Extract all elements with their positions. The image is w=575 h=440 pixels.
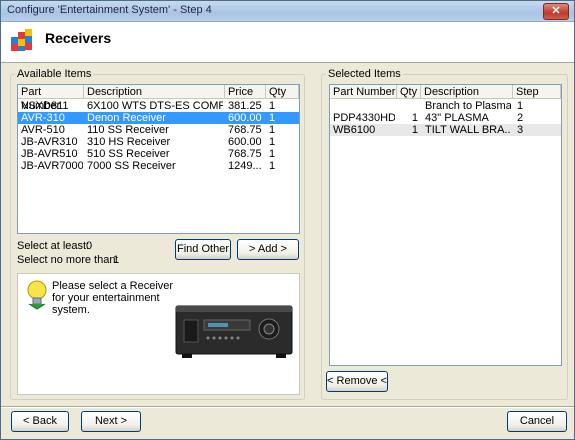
available-item-qty: 1 bbox=[269, 112, 276, 124]
available-item-desc: 7000 SS Receiver bbox=[87, 160, 176, 172]
selected-item-part: PDP4330HD bbox=[333, 112, 395, 124]
available-item-row[interactable]: JB-AVR7000 7000 SS Receiver 1249... 1 bbox=[18, 160, 299, 172]
selected-item-qty: 1 bbox=[411, 112, 418, 124]
available-items-legend: Available Items bbox=[17, 68, 92, 80]
available-item-qty: 1 bbox=[269, 160, 276, 172]
available-items-list[interactable]: Part Number Description Price Qty VSXD81… bbox=[17, 84, 300, 234]
back-button[interactable]: < Back bbox=[11, 411, 69, 432]
available-item-price: 600.00 bbox=[228, 112, 262, 124]
selected-item-part: WB6100 bbox=[333, 124, 376, 136]
available-item-row[interactable]: VSXD811 6X100 WTS DTS-ES COMP 7... 381.25 1 bbox=[18, 100, 299, 112]
step-header: Receivers bbox=[1, 22, 574, 63]
selected-item-step: 3 bbox=[517, 124, 524, 136]
col-price[interactable]: Price bbox=[225, 85, 266, 99]
available-item-price: 768.75 bbox=[228, 124, 262, 136]
selected-item-step: 1 bbox=[517, 100, 524, 112]
selected-item-step: 2 bbox=[517, 112, 524, 124]
available-item-qty: 1 bbox=[269, 124, 276, 136]
available-item-row[interactable]: JB-AVR510 510 SS Receiver 768.75 1 bbox=[18, 148, 299, 160]
receiver-product-image bbox=[175, 305, 293, 358]
title-bar[interactable]: Configure 'Entertainment System' - Step … bbox=[1, 1, 574, 22]
info-message-line3: system. bbox=[52, 304, 90, 316]
available-item-qty: 1 bbox=[269, 136, 276, 148]
selected-item-row[interactable]: PDP4330HD 1 43" PLASMA 2 bbox=[330, 112, 561, 124]
select-at-least-value: 0 bbox=[86, 240, 93, 252]
remove-button[interactable]: < Remove < bbox=[326, 371, 388, 392]
available-item-part: JB-AVR510 bbox=[21, 148, 78, 160]
available-item-desc: 6X100 WTS DTS-ES COMP 7... bbox=[87, 100, 223, 112]
available-item-price: 1249... bbox=[228, 160, 262, 172]
select-at-least-label: Select at least: bbox=[17, 240, 90, 252]
available-item-part: JB-AVR310 bbox=[21, 136, 78, 148]
sel-col-part-number[interactable]: Part Number bbox=[330, 85, 397, 99]
window-title: Configure 'Entertainment System' - Step … bbox=[7, 4, 212, 16]
sel-col-step[interactable]: Step bbox=[513, 85, 561, 99]
available-item-price: 600.00 bbox=[228, 136, 262, 148]
cancel-button[interactable]: Cancel bbox=[507, 411, 567, 432]
select-no-more-label: Select no more than: bbox=[17, 254, 119, 266]
available-item-desc: 510 SS Receiver bbox=[87, 148, 170, 160]
info-message-line1: Please select a Receiver bbox=[52, 280, 174, 292]
dialog-body: Available Items Part Number Description … bbox=[1, 63, 574, 439]
available-item-desc: Denon Receiver bbox=[87, 112, 166, 124]
page-title: Receivers bbox=[45, 30, 112, 46]
info-panel: Please select a Receiver for your entert… bbox=[17, 273, 300, 395]
selected-items-legend: Selected Items bbox=[328, 68, 401, 80]
select-no-more-value: 1 bbox=[113, 254, 120, 266]
blocks-logo-icon bbox=[11, 29, 32, 51]
selected-item-desc: Branch to Plasma bbox=[425, 100, 511, 112]
close-button[interactable]: ✕ bbox=[543, 3, 569, 20]
available-item-part: VSXD811 bbox=[21, 100, 69, 112]
selected-items-list[interactable]: Part Number Qty Description Step Branch … bbox=[329, 84, 562, 366]
available-item-desc: 110 SS Receiver bbox=[87, 124, 169, 136]
col-part-number[interactable]: Part Number bbox=[18, 85, 84, 112]
available-item-row[interactable]: AVR-510 110 SS Receiver 768.75 1 bbox=[18, 124, 299, 136]
add-button[interactable]: > Add > bbox=[237, 239, 299, 260]
lightbulb-info-icon bbox=[27, 280, 47, 310]
selected-item-qty: 1 bbox=[411, 124, 418, 136]
find-other-button[interactable]: Find Other bbox=[175, 239, 231, 260]
info-message-line2: for your entertainment bbox=[52, 292, 160, 304]
sel-col-qty[interactable]: Qty bbox=[397, 85, 421, 99]
col-description[interactable]: Description bbox=[84, 85, 225, 99]
selected-item-desc: 43" PLASMA bbox=[425, 112, 489, 124]
available-item-price: 381.25 bbox=[228, 100, 262, 112]
available-item-part: JB-AVR7000 bbox=[21, 160, 83, 172]
available-item-qty: 1 bbox=[269, 100, 276, 112]
selected-item-desc: TILT WALL BRA... bbox=[425, 124, 511, 136]
footer-divider bbox=[1, 406, 574, 408]
available-item-part: AVR-310 bbox=[21, 112, 65, 124]
available-item-part: AVR-510 bbox=[21, 124, 65, 136]
available-item-row[interactable]: JB-AVR310 310 HS Receiver 600.00 1 bbox=[18, 136, 299, 148]
selected-item-row[interactable]: WB6100 1 TILT WALL BRA... 3 bbox=[330, 124, 561, 136]
available-item-desc: 310 HS Receiver bbox=[87, 136, 171, 148]
col-qty[interactable]: Qty bbox=[266, 85, 299, 99]
available-item-qty: 1 bbox=[269, 148, 276, 160]
configure-dialog: Configure 'Entertainment System' - Step … bbox=[0, 0, 575, 440]
selected-item-row[interactable]: Branch to Plasma 1 bbox=[330, 100, 561, 112]
sel-col-description[interactable]: Description bbox=[421, 85, 513, 99]
available-item-row[interactable]: AVR-310 Denon Receiver 600.00 1 bbox=[18, 112, 299, 124]
next-button[interactable]: Next > bbox=[81, 411, 141, 432]
available-item-price: 768.75 bbox=[228, 148, 262, 160]
